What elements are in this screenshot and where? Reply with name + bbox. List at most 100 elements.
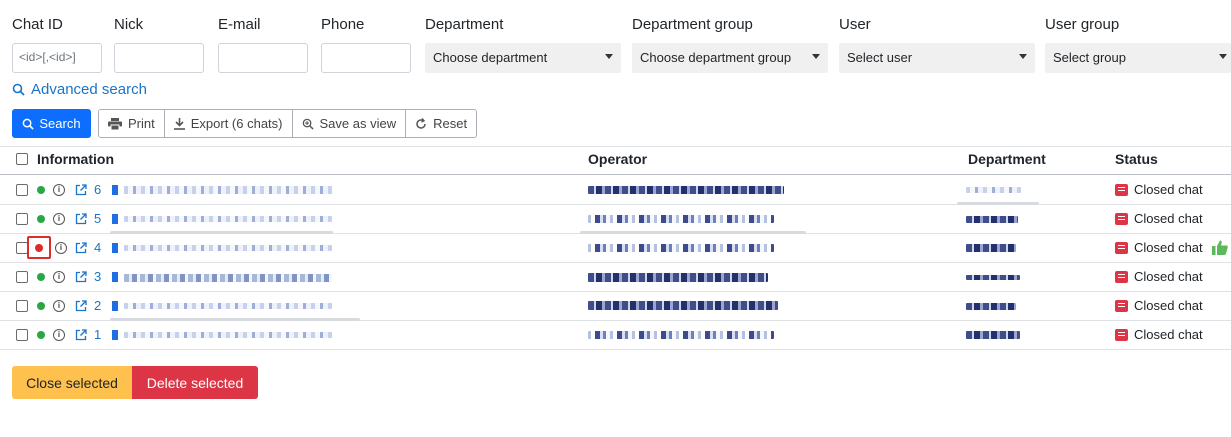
advanced-search-link[interactable]: Advanced search (12, 81, 147, 98)
download-icon (173, 117, 185, 130)
chat-id-link[interactable]: 3 (94, 269, 101, 284)
phone-input[interactable] (321, 43, 411, 73)
chat-id-label: Chat ID (12, 16, 63, 33)
redacted-department (966, 216, 1018, 223)
redacted-marker (112, 272, 118, 282)
row-highlight-bar (580, 231, 806, 234)
redacted-marker (112, 301, 118, 311)
info-icon[interactable]: i (55, 242, 67, 254)
info-icon[interactable]: i (53, 184, 65, 196)
external-link-icon[interactable] (75, 213, 87, 225)
row-checkbox[interactable] (16, 271, 28, 283)
department-select[interactable]: Choose department (425, 43, 621, 73)
external-link-icon[interactable] (75, 242, 87, 254)
chevron-down-icon (812, 54, 820, 59)
print-button-label: Print (128, 116, 155, 131)
user-group-select[interactable]: Select group (1045, 43, 1231, 73)
row-checkbox[interactable] (16, 329, 28, 341)
row-checkbox[interactable] (16, 300, 28, 312)
row-checkbox[interactable] (16, 184, 28, 196)
department-group-select-value: Choose department group (640, 50, 792, 65)
info-icon[interactable]: i (53, 213, 65, 225)
save-view-button[interactable]: Save as view (292, 110, 407, 137)
department-group-label: Department group (632, 16, 753, 33)
redacted-information (124, 303, 332, 309)
nick-input[interactable] (114, 43, 204, 73)
user-group-select-value: Select group (1053, 50, 1126, 65)
row-divider (0, 349, 1231, 350)
department-label: Department (425, 16, 504, 33)
chat-id-link[interactable]: 6 (94, 182, 101, 197)
redacted-marker (112, 330, 118, 340)
redacted-operator (588, 186, 784, 194)
chat-id-input[interactable]: <id>[,<id>] (12, 43, 102, 73)
chat-closed-icon (1115, 270, 1128, 283)
status-text: Closed chat (1134, 327, 1203, 342)
department-group-select[interactable]: Choose department group (632, 43, 828, 73)
chat-id-link[interactable]: 2 (94, 298, 101, 313)
chat-closed-icon (1115, 328, 1128, 341)
chat-closed-icon (1115, 299, 1128, 312)
external-link-icon[interactable] (75, 300, 87, 312)
print-button[interactable]: Print (99, 110, 165, 137)
status-cell: Closed chat (1115, 240, 1228, 255)
save-view-button-label: Save as view (319, 116, 397, 131)
chat-closed-icon (1115, 212, 1128, 225)
info-icon[interactable]: i (53, 271, 65, 283)
redacted-marker (112, 185, 118, 195)
online-status-icon (37, 186, 45, 194)
user-select-value: Select user (847, 50, 913, 65)
advanced-search-label: Advanced search (31, 81, 147, 98)
department-select-value: Choose department (433, 50, 548, 65)
chat-id-link[interactable]: 1 (94, 327, 101, 342)
redacted-operator (588, 215, 774, 223)
info-icon[interactable]: i (53, 300, 65, 312)
offline-status-icon (35, 244, 43, 252)
status-text: Closed chat (1134, 298, 1203, 313)
search-button[interactable]: Search (12, 109, 91, 138)
status-cell: Closed chat (1115, 298, 1203, 313)
export-button-label: Export (6 chats) (190, 116, 283, 131)
status-text: Closed chat (1134, 240, 1203, 255)
delete-selected-button[interactable]: Delete selected (132, 366, 258, 399)
external-link-icon[interactable] (75, 271, 87, 283)
row-divider (0, 262, 1231, 263)
chat-id-link[interactable]: 5 (94, 211, 101, 226)
redacted-department (966, 275, 1020, 280)
select-all-checkbox[interactable] (16, 153, 28, 165)
column-header-department: Department (968, 151, 1046, 167)
status-cell: Closed chat (1115, 327, 1203, 342)
email-input[interactable] (218, 43, 308, 73)
chevron-down-icon (605, 54, 613, 59)
external-link-icon[interactable] (75, 184, 87, 196)
user-label: User (839, 16, 871, 33)
table-top-border (0, 146, 1231, 147)
search-icon (23, 118, 35, 130)
export-button[interactable]: Export (6 chats) (164, 110, 293, 137)
status-text: Closed chat (1134, 211, 1203, 226)
user-select[interactable]: Select user (839, 43, 1035, 73)
close-selected-button[interactable]: Close selected (12, 366, 132, 399)
redacted-information (124, 186, 332, 194)
chat-id-placeholder: <id>[,<id>] (19, 50, 76, 64)
online-status-icon (37, 215, 45, 223)
status-text: Closed chat (1134, 269, 1203, 284)
column-header-information: Information (37, 151, 114, 167)
info-icon[interactable]: i (53, 329, 65, 341)
row-highlight-bar (957, 202, 1039, 205)
chevron-down-icon (1219, 54, 1227, 59)
redacted-information (124, 245, 332, 251)
external-link-icon[interactable] (75, 329, 87, 341)
redacted-information (124, 216, 332, 222)
table-header-border (0, 174, 1231, 175)
row-highlight-bar (110, 231, 333, 234)
status-cell: Closed chat (1115, 269, 1203, 284)
chat-closed-icon (1115, 183, 1128, 196)
chat-id-link[interactable]: 4 (94, 240, 101, 255)
nick-label: Nick (114, 16, 144, 33)
search-icon (12, 83, 25, 96)
row-highlight-bar (110, 318, 360, 321)
redacted-department (966, 187, 1021, 193)
row-checkbox[interactable] (16, 213, 28, 225)
reset-button[interactable]: Reset (406, 110, 477, 137)
